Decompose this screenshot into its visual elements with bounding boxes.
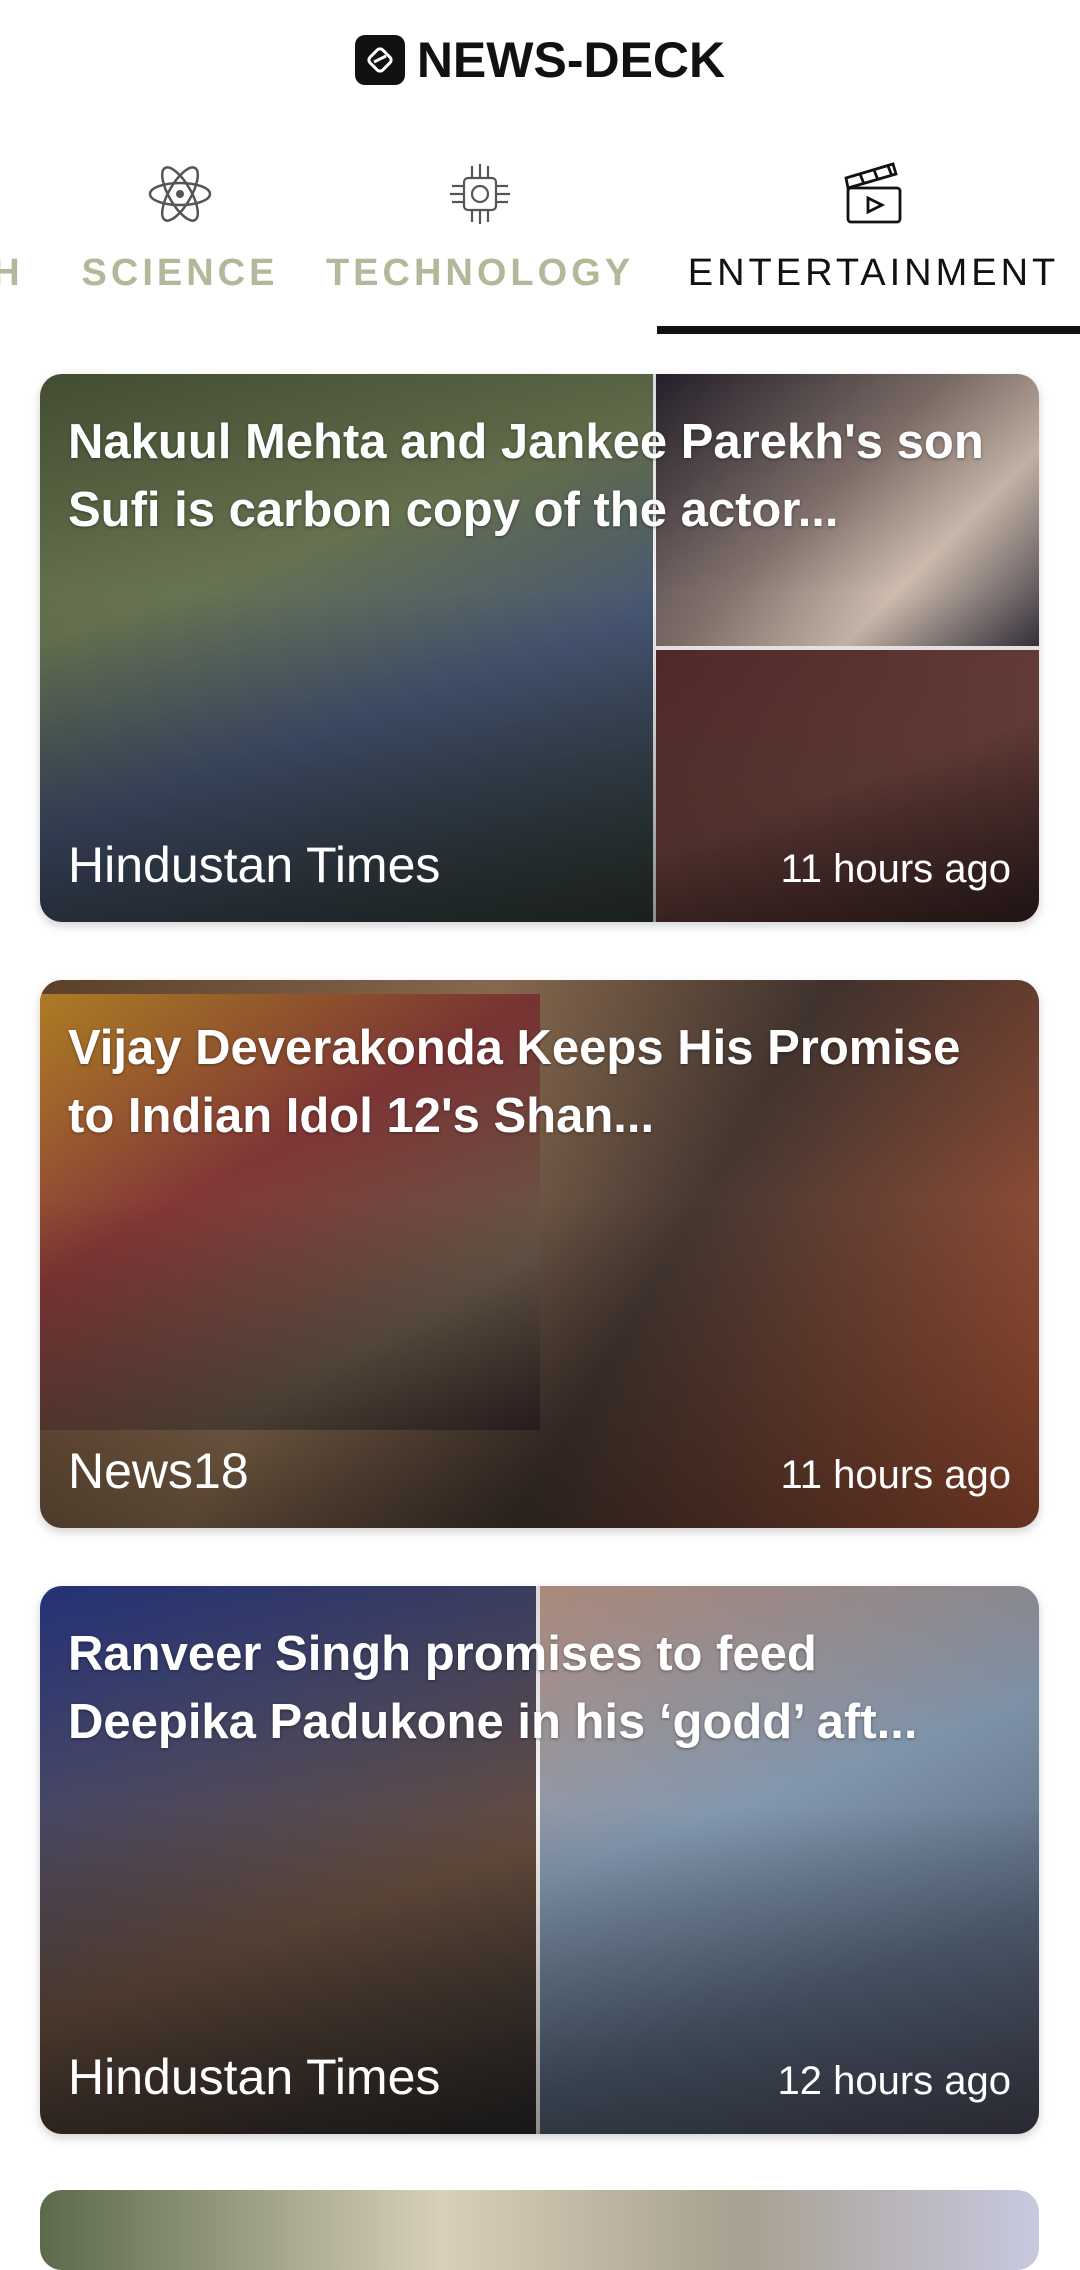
tab-technology[interactable]: TECHNOLOGY <box>326 150 630 336</box>
tab-partial[interactable]: H <box>0 150 28 336</box>
tab-label: SCIENCE <box>81 252 279 294</box>
article-source: Hindustan Times <box>68 2049 441 2105</box>
clapperboard-icon <box>843 162 901 224</box>
news-card[interactable]: Nakuul Mehta and Jankee Parekh's son Suf… <box>40 374 1039 922</box>
article-time: 11 hours ago <box>780 1453 1011 1497</box>
tab-label: H <box>0 252 24 294</box>
active-tab-indicator <box>657 326 1080 334</box>
article-source: Hindustan Times <box>68 837 441 893</box>
article-time: 11 hours ago <box>780 847 1011 891</box>
category-tabs: H SCIENCE TECHNOLOGY ENTERTAINMENT <box>0 150 1080 336</box>
news-card[interactable]: Vijay Deverakonda Keeps His Promise to I… <box>40 980 1039 1528</box>
app-logo-icon <box>354 35 405 85</box>
tab-partial-icon <box>0 158 44 230</box>
tab-label: ENTERTAINMENT <box>687 252 1060 294</box>
news-card-partial[interactable] <box>40 2190 1039 2270</box>
article-time: 12 hours ago <box>777 2059 1011 2103</box>
article-source: News18 <box>68 1443 249 1499</box>
news-card[interactable]: Ranveer Singh promises to feed Deepika P… <box>40 1586 1039 2134</box>
atom-icon <box>148 166 212 222</box>
article-headline[interactable]: Nakuul Mehta and Jankee Parekh's son Suf… <box>68 408 1008 544</box>
app-title: NEWS-DECK <box>416 32 726 88</box>
app-header: NEWS-DECK <box>0 0 1080 120</box>
tab-entertainment[interactable]: ENTERTAINMENT <box>667 150 1080 336</box>
tab-science[interactable]: SCIENCE <box>82 150 275 336</box>
tab-label: TECHNOLOGY <box>325 252 635 294</box>
chip-icon <box>450 164 510 224</box>
article-headline[interactable]: Ranveer Singh promises to feed Deepika P… <box>68 1620 1008 1756</box>
article-headline[interactable]: Vijay Deverakonda Keeps His Promise to I… <box>68 1014 1008 1150</box>
